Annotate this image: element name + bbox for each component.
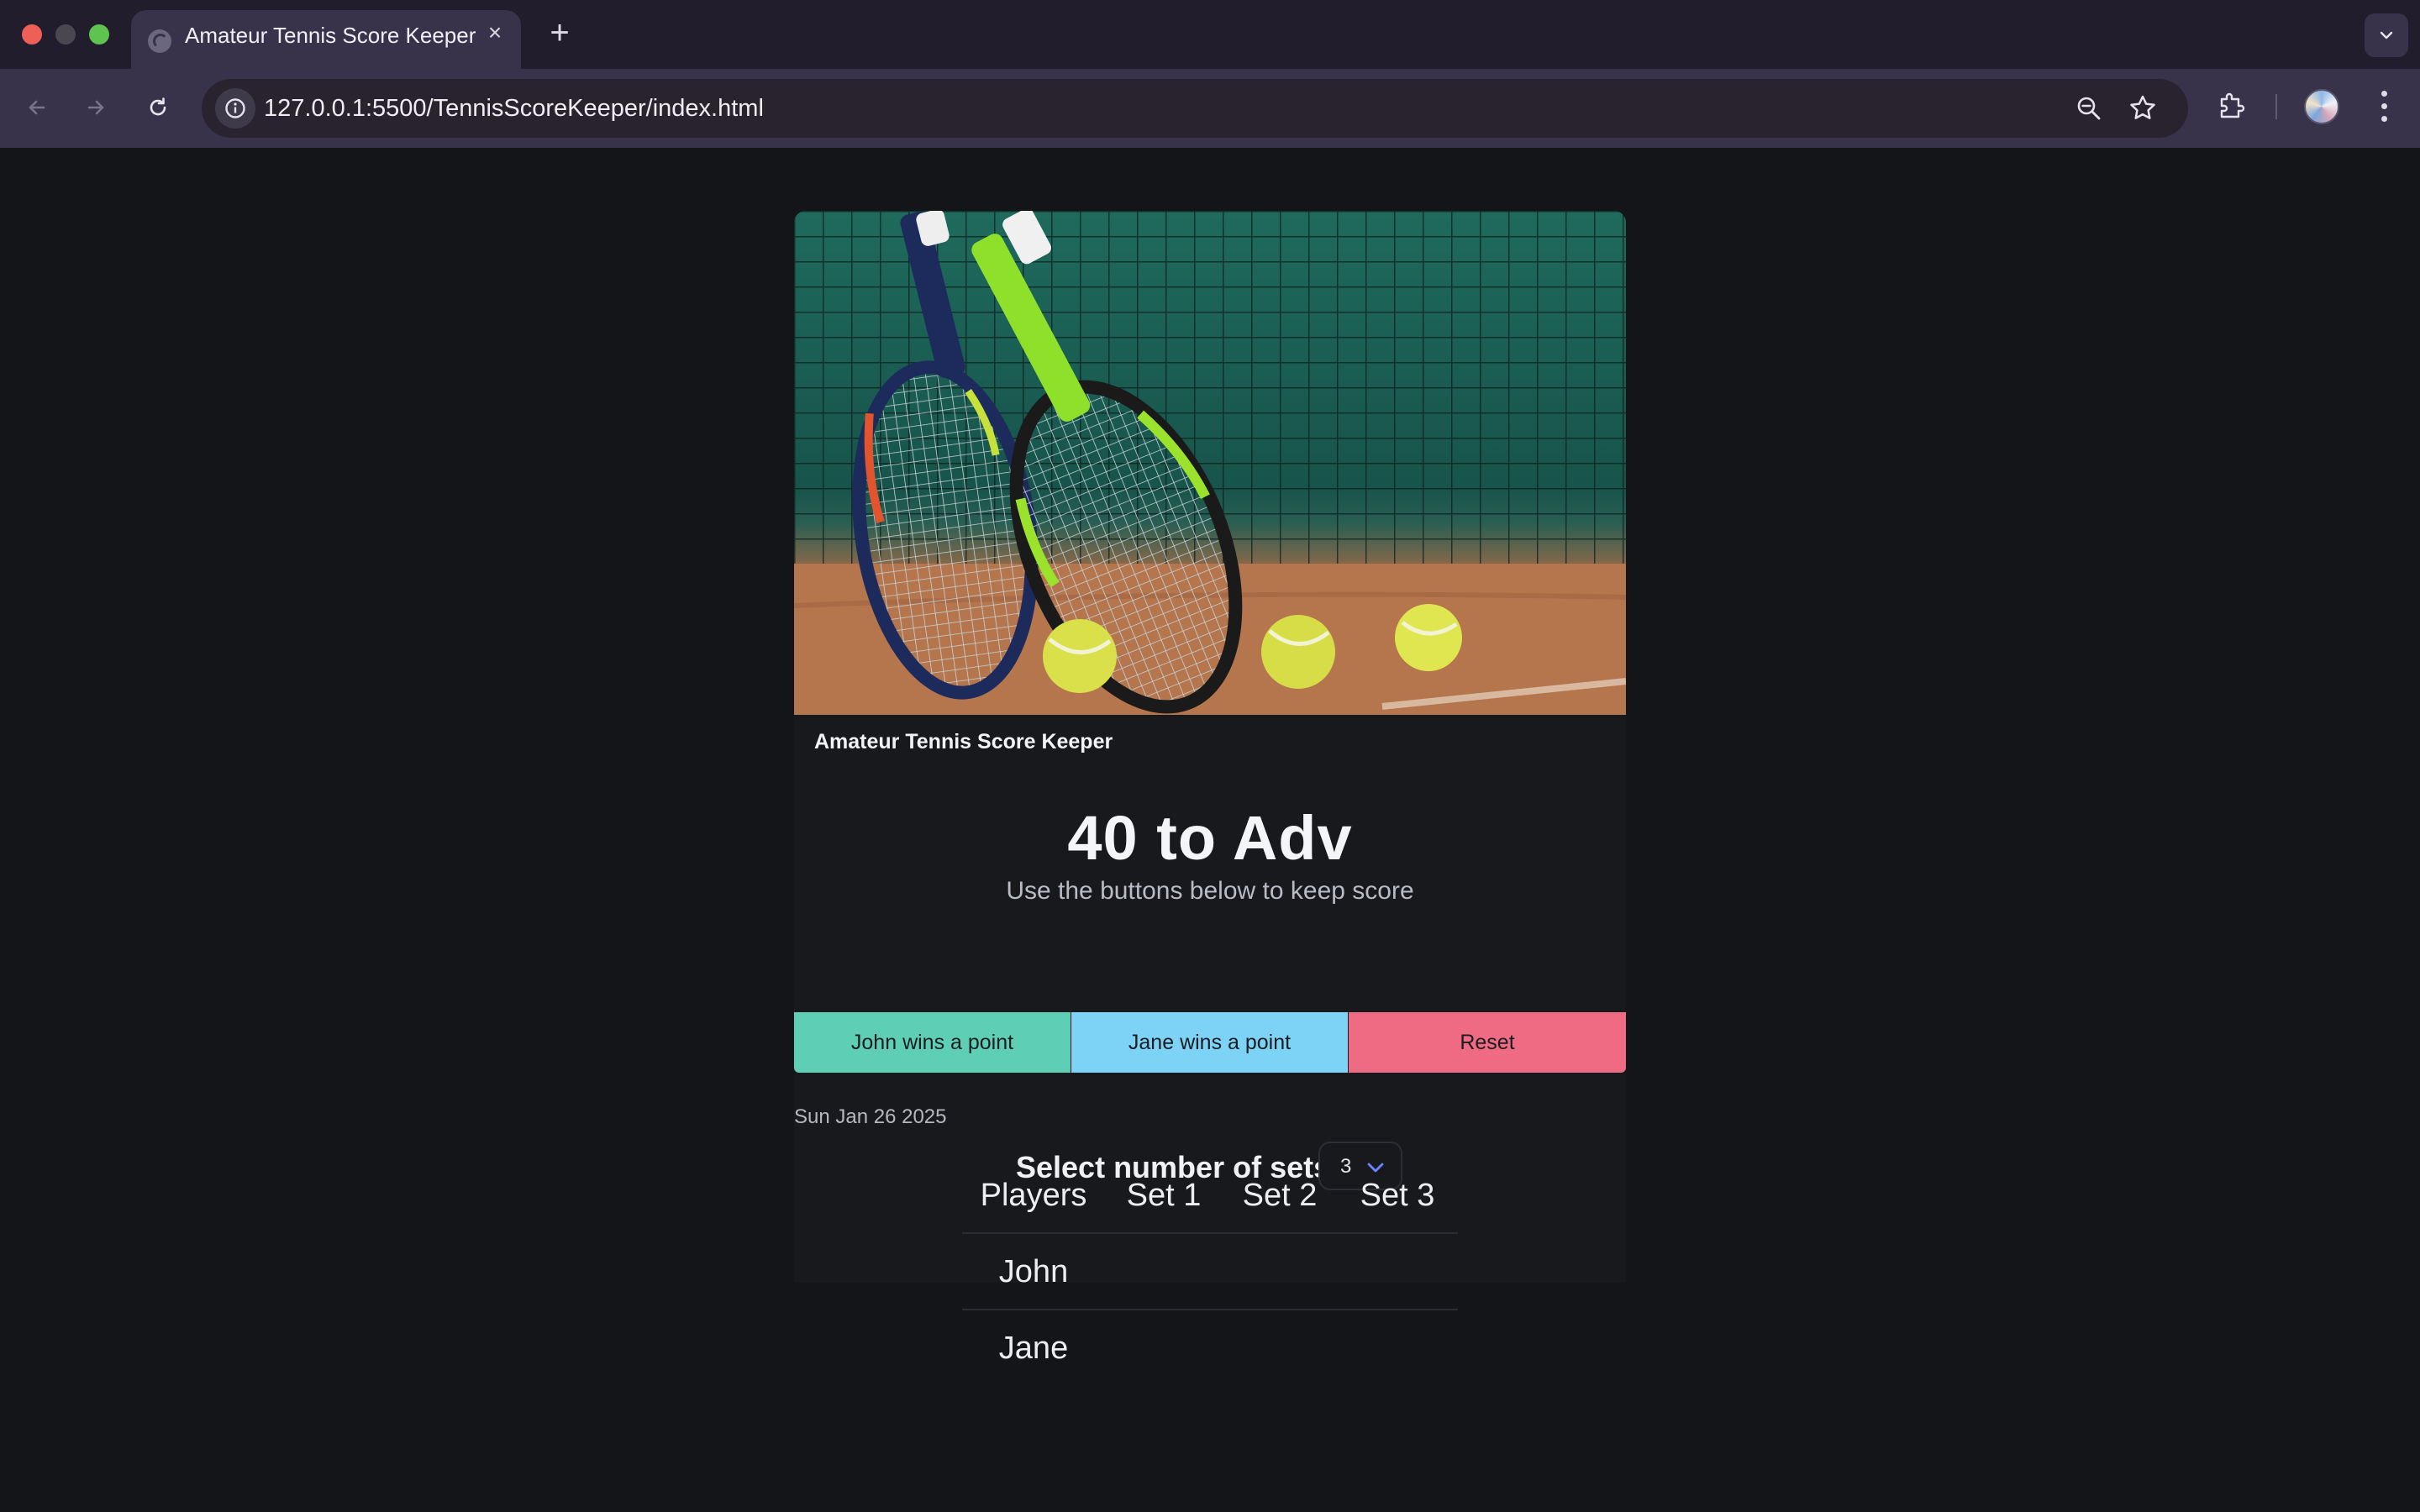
info-icon [225, 98, 245, 118]
more-menu-button[interactable] [2371, 89, 2396, 124]
tab-title: Amateur Tennis Score Keeper [185, 23, 476, 48]
tab-search-button[interactable] [2365, 13, 2408, 57]
tennis-hero-image [794, 211, 1626, 715]
set-score [1105, 1234, 1223, 1310]
score-display: 40 to Adv [1067, 803, 1353, 873]
set-score [1223, 1234, 1337, 1310]
score-keeper-card: Amateur Tennis Score Keeper 40 to Adv Us… [794, 211, 1626, 1283]
player-name: Jane [998, 1331, 1069, 1366]
player-name: John [998, 1254, 1069, 1289]
table-row: John [962, 1234, 1458, 1310]
reload-button[interactable] [138, 87, 178, 128]
profile-avatar[interactable] [2304, 89, 2339, 124]
set-score [1337, 1310, 1458, 1387]
set-score [1223, 1310, 1337, 1387]
browser-tab[interactable]: Amateur Tennis Score Keeper × [131, 10, 521, 69]
header-set-3: Set 3 [1360, 1178, 1435, 1213]
zoom-button[interactable] [2072, 92, 2106, 125]
table-header-row: Players Set 1 Set 2 Set 3 [962, 1158, 1458, 1234]
header-set-1: Set 1 [1126, 1178, 1202, 1213]
card-title: Amateur Tennis Score Keeper [814, 730, 1113, 753]
bookmark-button[interactable] [2126, 92, 2160, 125]
window-maximize-button[interactable] [89, 24, 109, 45]
reload-icon [150, 97, 166, 116]
globe-icon [148, 29, 171, 53]
set-score [1337, 1234, 1458, 1310]
set-scores-table: Players Set 1 Set 2 Set 3 John Jane [962, 1158, 1458, 1387]
window-close-button[interactable] [22, 24, 42, 45]
toolbar-divider [2275, 94, 2277, 119]
match-date: Sun Jan 26 2025 [794, 1105, 947, 1128]
zoom-out-icon [2077, 97, 2101, 120]
arrow-right-icon [87, 100, 104, 115]
jane-wins-point-button[interactable]: Jane wins a point [1071, 1012, 1348, 1073]
browser-titlebar: Amateur Tennis Score Keeper × + [0, 0, 2420, 69]
address-bar[interactable]: 127.0.0.1:5500/TennisScoreKeeper/index.h… [202, 79, 2188, 138]
browser-toolbar: 127.0.0.1:5500/TennisScoreKeeper/index.h… [0, 69, 2420, 148]
new-tab-button[interactable]: + [543, 16, 576, 50]
extensions-button[interactable] [2215, 89, 2249, 123]
close-icon[interactable]: × [482, 20, 508, 45]
header-players: Players [980, 1178, 1087, 1213]
table-row: Jane [962, 1310, 1458, 1387]
john-wins-point-button[interactable]: John wins a point [794, 1012, 1071, 1073]
star-icon [2130, 95, 2155, 119]
reset-button[interactable]: Reset [1349, 1012, 1626, 1073]
arrow-left-icon [29, 100, 45, 115]
set-score [1105, 1310, 1223, 1387]
header-set-2: Set 2 [1242, 1178, 1318, 1213]
window-minimize-button[interactable] [55, 24, 76, 45]
url-text[interactable]: 127.0.0.1:5500/TennisScoreKeeper/index.h… [264, 95, 764, 123]
chevron-down-icon [2380, 31, 2393, 39]
forward-button[interactable] [76, 87, 116, 128]
instructions-text: Use the buttons below to keep score [1006, 877, 1414, 905]
back-button[interactable] [17, 87, 57, 128]
site-info-button[interactable] [215, 88, 255, 129]
puzzle-icon [2220, 92, 2245, 118]
